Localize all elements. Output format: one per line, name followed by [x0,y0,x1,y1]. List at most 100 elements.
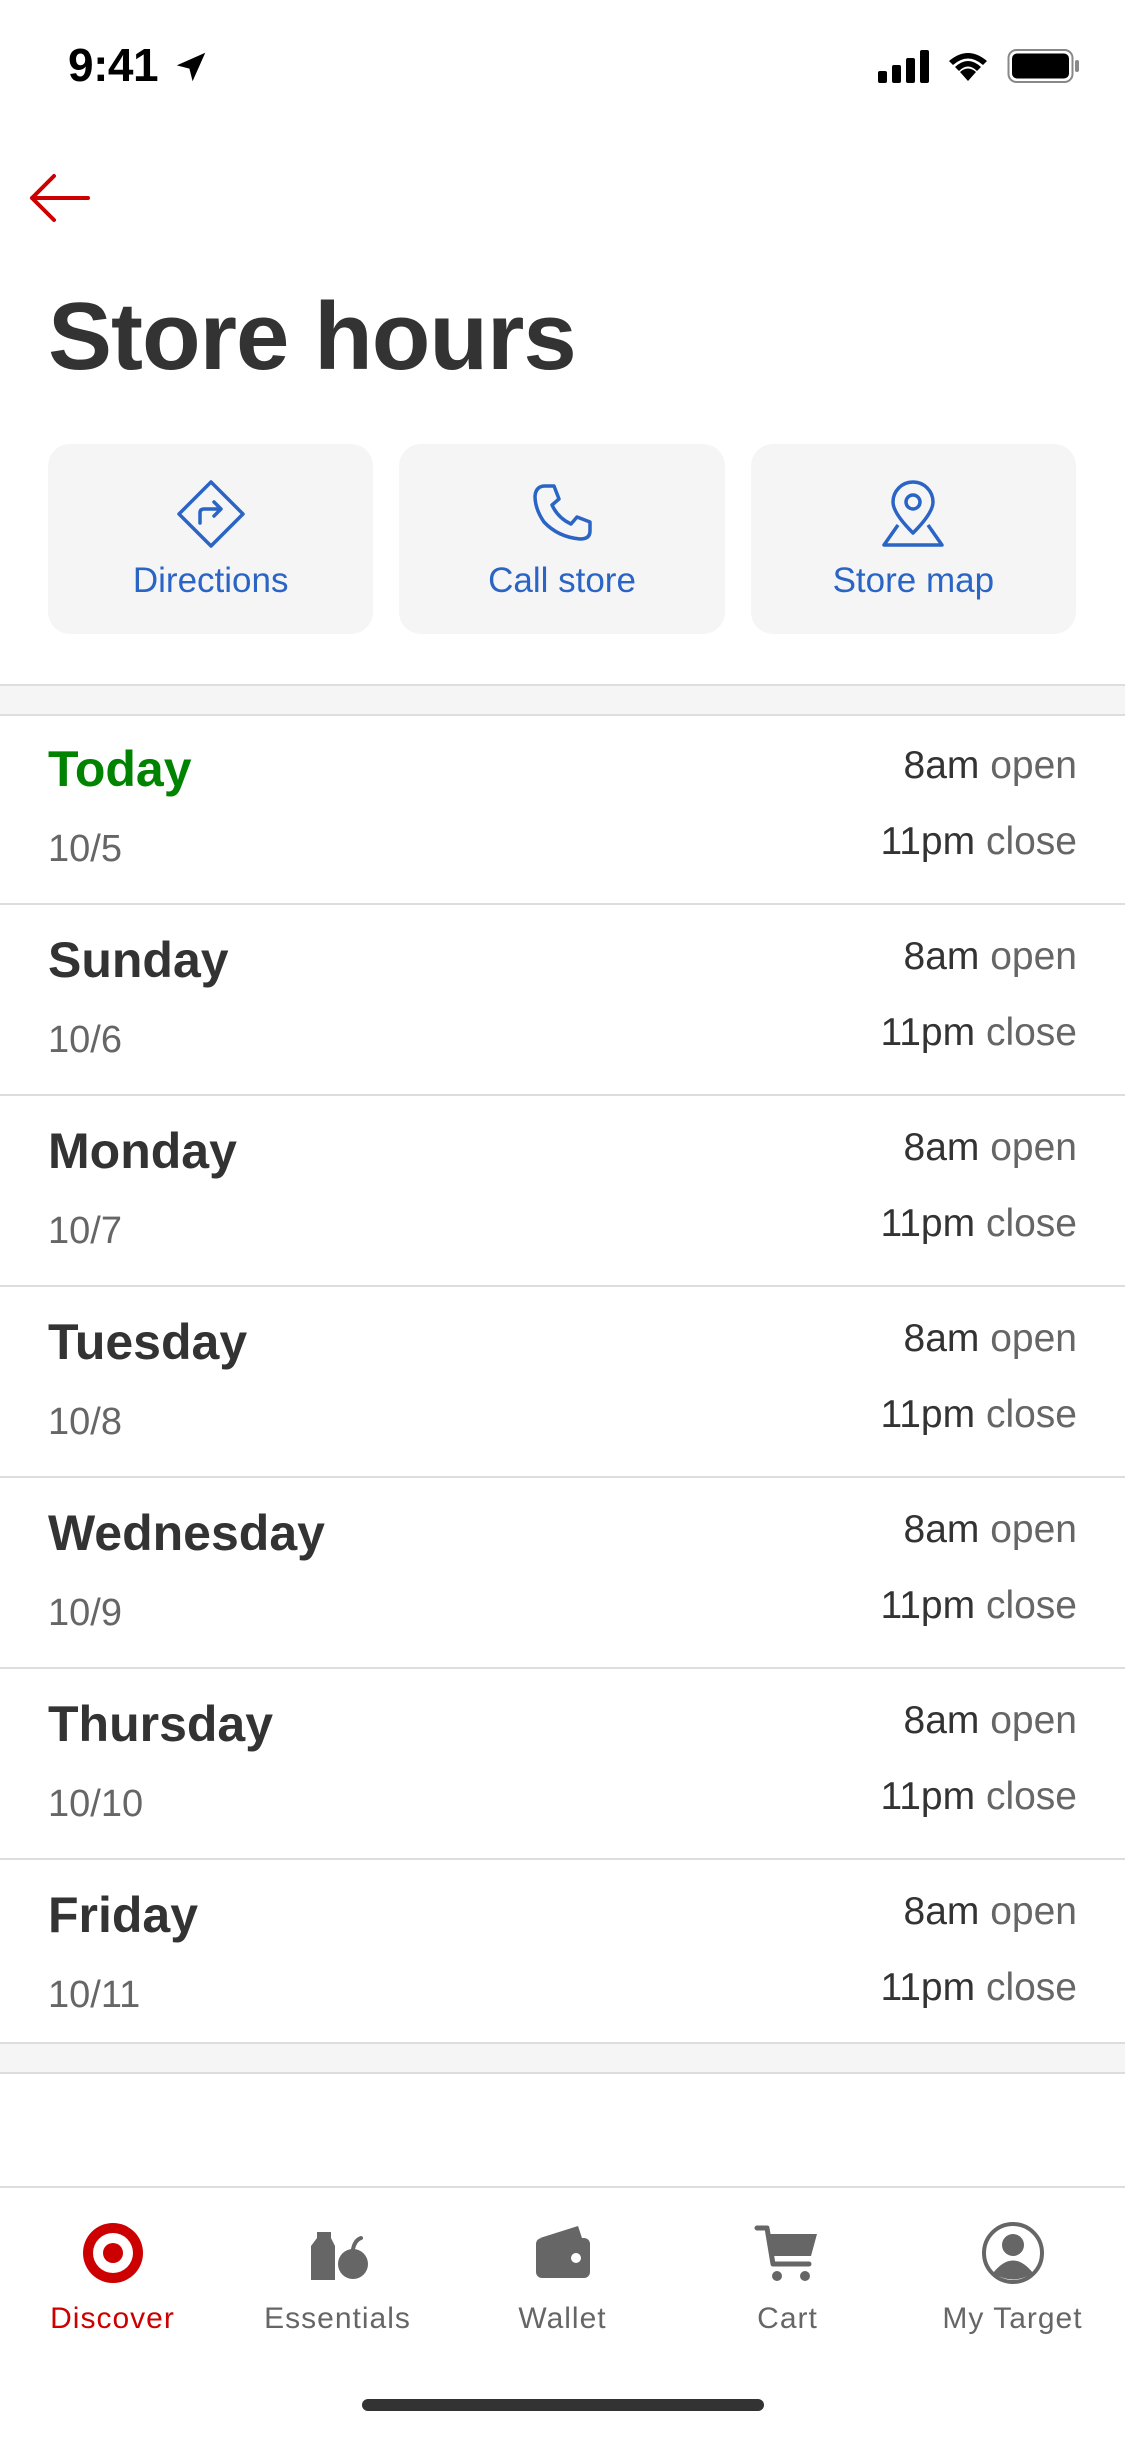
cart-icon [754,2225,817,2281]
hours-row-thursday: Thursday 10/10 8am open 11pm close [0,1669,1125,1860]
tab-discover[interactable]: Discover [0,2188,225,2368]
map-pin-icon [882,480,945,547]
open-time: 8am [903,744,980,787]
tab-my-target[interactable]: My Target [900,2188,1125,2368]
open-word: open [990,1890,1077,1933]
open-word: open [990,1699,1077,1742]
hours-row-sunday: Sunday 10/6 8am open 11pm close [0,905,1125,1096]
status-indicators [878,48,1081,84]
close-hours: 11pm close [880,1393,1077,1437]
divider-band [0,684,1125,716]
open-time: 8am [903,1699,980,1742]
close-time: 11pm [880,1584,976,1627]
status-time: 9:41 [68,39,159,91]
page-title: Store hours [48,283,577,390]
close-hours: 11pm close [880,1011,1077,1055]
open-hours: 8am open [904,744,1077,788]
day-date: 10/5 [48,828,122,870]
open-hours: 8am open [904,1699,1077,1743]
hours-row-monday: Monday 10/7 8am open 11pm close [0,1096,1125,1287]
close-hours: 11pm close [880,1775,1077,1819]
day-name: Sunday [48,932,229,988]
call-store-label: Call store [488,561,636,600]
tab-cart[interactable]: Cart [675,2188,900,2368]
open-word: open [990,1508,1077,1551]
open-hours: 8am open [904,1890,1077,1934]
phone-icon [533,484,592,541]
essentials-icon [310,2232,368,2280]
profile-icon [981,2222,1044,2284]
tab-essentials[interactable]: Essentials [225,2188,450,2368]
cellular-signal-icon [878,49,929,83]
hours-row-today: Today 10/5 8am open 11pm close [0,714,1125,905]
battery-icon [1007,49,1079,83]
hours-row-tuesday: Tuesday 10/8 8am open 11pm close [0,1287,1125,1478]
open-hours: 8am open [904,935,1077,979]
hours-row-friday: Friday 10/11 8am open 11pm close [0,1860,1125,2049]
day-date: 10/11 [48,1974,141,2016]
day-date: 10/10 [48,1783,144,1825]
call-store-button[interactable]: Call store [399,444,725,634]
close-word: close [985,1011,1077,1054]
hours-list: Today 10/5 8am open 11pm close Sunday 10… [0,714,1125,2049]
close-time: 11pm [880,1011,976,1054]
close-hours: 11pm close [880,820,1077,864]
day-name: Thursday [48,1696,274,1752]
wallet-icon [535,2226,590,2278]
store-map-button[interactable]: Store map [750,444,1076,634]
open-time: 8am [903,935,980,978]
close-time: 11pm [880,1966,976,2009]
open-hours: 8am open [904,1126,1077,1170]
tab-wallet[interactable]: Wallet [450,2188,675,2368]
close-time: 11pm [880,1202,976,1245]
tab-label: Essentials [264,2302,411,2335]
close-word: close [985,1393,1077,1436]
status-bar: 9:41 [0,0,1125,140]
close-word: close [985,1775,1077,1818]
tab-label: My Target [942,2302,1083,2335]
day-date: 10/7 [48,1210,122,1252]
open-hours: 8am open [904,1317,1077,1361]
day-date: 10/8 [48,1401,122,1443]
day-name: Today [48,741,192,797]
close-time: 11pm [880,820,976,863]
wifi-icon [949,53,987,81]
bullseye-icon [82,2223,143,2283]
close-hours: 11pm close [880,1966,1077,2010]
home-indicator [362,2399,764,2411]
back-button[interactable] [24,168,94,228]
open-time: 8am [903,1317,980,1360]
directions-button[interactable]: Directions [48,444,374,634]
hours-row-wednesday: Wednesday 10/9 8am open 11pm close [0,1478,1125,1669]
tab-label: Discover [50,2302,175,2335]
day-name: Friday [48,1887,199,1943]
divider-band [0,2042,1125,2074]
open-word: open [990,744,1077,787]
day-name: Tuesday [48,1314,248,1370]
close-word: close [985,1584,1077,1627]
directions-icon [176,480,245,548]
location-arrow-icon [176,52,206,82]
tab-label: Cart [757,2302,818,2335]
open-time: 8am [903,1890,980,1933]
close-word: close [985,820,1077,863]
day-name: Monday [48,1123,237,1179]
open-hours: 8am open [904,1508,1077,1552]
open-word: open [990,1126,1077,1169]
day-date: 10/6 [48,1019,122,1061]
open-time: 8am [903,1508,980,1551]
directions-label: Directions [132,561,289,600]
close-hours: 11pm close [880,1202,1077,1246]
tab-label: Wallet [518,2302,607,2335]
close-word: close [985,1202,1077,1245]
store-actions: Directions Call store Store map [48,444,1076,634]
back-arrow-icon [30,174,90,222]
close-time: 11pm [880,1393,976,1436]
day-name: Wednesday [48,1505,325,1561]
close-hours: 11pm close [880,1584,1077,1628]
open-word: open [990,935,1077,978]
open-word: open [990,1317,1077,1360]
open-time: 8am [903,1126,980,1169]
close-word: close [985,1966,1077,2009]
store-map-label: Store map [832,561,995,600]
